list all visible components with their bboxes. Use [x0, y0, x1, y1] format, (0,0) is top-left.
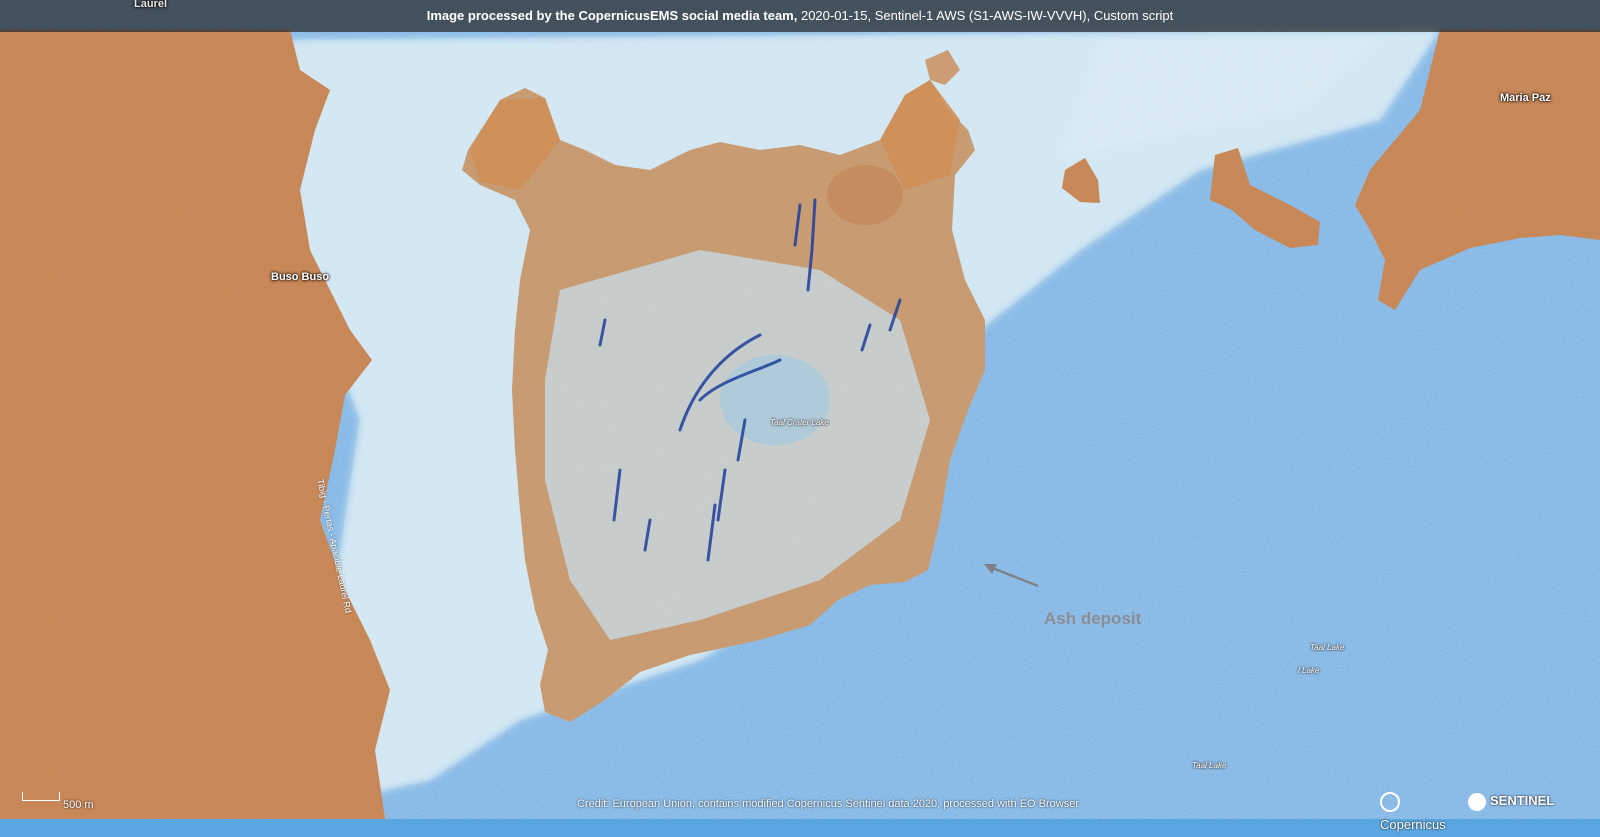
sentinel-gear-icon [1468, 792, 1486, 811]
sentinel-hub-logo: SENTINEL [1468, 789, 1598, 813]
image-caption: Image processed by the CopernicusEMS soc… [0, 0, 1600, 32]
place-laurel: Laurel [134, 0, 168, 10]
copernicus-ring-icon [1380, 791, 1400, 812]
label-taal-lake-1: Taal Lake [1310, 643, 1345, 652]
copernicus-logo: Copernicus [1380, 789, 1460, 832]
scale-bar-label: 500 m [63, 799, 94, 811]
ash-deposit-label: Ash deposit [1044, 609, 1142, 628]
scale-bar [22, 792, 60, 801]
place-maria-paz: Maria Paz [1500, 92, 1551, 104]
label-taal-lake-3: Taal Lake [1192, 761, 1227, 770]
sentinel-logo-text: SENTINEL [1490, 793, 1555, 808]
sar-map-image [0, 0, 1600, 819]
copernicus-logo-text: Copernicus [1380, 817, 1446, 832]
label-crater-lake: Taal Crater Lake [770, 418, 829, 427]
label-taal-lake-2: l Lake [1298, 666, 1320, 675]
caption-rest: 2020-01-15, Sentinel-1 AWS (S1-AWS-IW-VV… [797, 8, 1174, 23]
caption-bold: Image processed by the CopernicusEMS soc… [426, 8, 798, 23]
place-buso-buso: Buso Buso [271, 271, 330, 283]
credit-text: Credit: European Union, contains modifie… [577, 798, 1079, 810]
